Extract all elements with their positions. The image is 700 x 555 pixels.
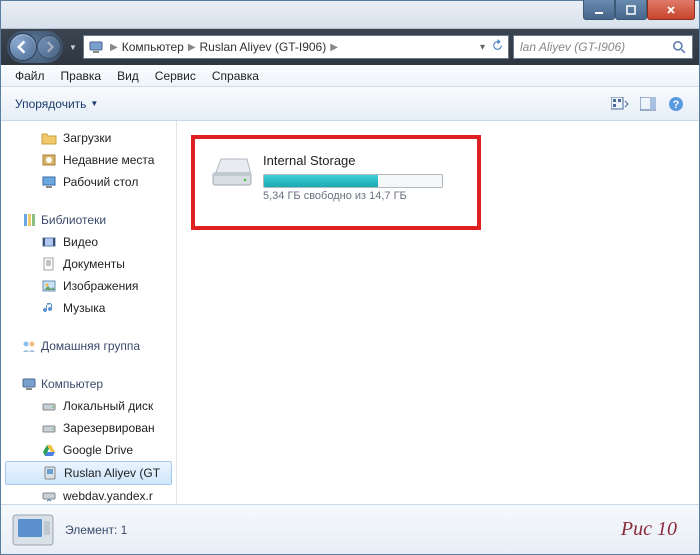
drive-item[interactable]: Internal Storage 5,34 ГБ свободно из 14,… bbox=[209, 153, 463, 202]
network-disk-icon bbox=[41, 488, 57, 504]
sidebar-head-label: Компьютер bbox=[41, 377, 103, 391]
menu-help[interactable]: Справка bbox=[204, 67, 267, 85]
storage-drive-icon bbox=[209, 153, 253, 189]
minimize-button[interactable] bbox=[583, 0, 615, 20]
sidebar-head-libraries[interactable]: Библиотеки bbox=[1, 209, 176, 231]
sidebar-item-label: Локальный диск bbox=[63, 399, 153, 413]
breadcrumb-segment[interactable]: Компьютер bbox=[120, 40, 186, 54]
chevron-right-icon: ▶ bbox=[186, 42, 198, 53]
folder-icon bbox=[41, 130, 57, 146]
sidebar-item-label: Видео bbox=[63, 235, 98, 249]
sidebar-item-documents[interactable]: Документы bbox=[1, 253, 176, 275]
video-icon bbox=[41, 234, 57, 250]
help-button[interactable]: ? bbox=[667, 95, 685, 113]
chevron-right-icon: ▶ bbox=[108, 42, 120, 53]
highlight-box: Internal Storage 5,34 ГБ свободно из 14,… bbox=[191, 135, 481, 230]
sidebar-item-desktop[interactable]: Рабочий стол bbox=[1, 171, 176, 193]
disk-icon bbox=[41, 420, 57, 436]
sidebar-item-label: Ruslan Aliyev (GT bbox=[64, 466, 160, 480]
explorer-window: ▼ ▶ Компьютер ▶ Ruslan Aliyev (GT-I906) … bbox=[0, 0, 700, 555]
toolbar: Упорядочить ▼ ? bbox=[1, 87, 699, 121]
chevron-down-icon: ▼ bbox=[90, 99, 98, 108]
sidebar-item-device[interactable]: Ruslan Aliyev (GT bbox=[5, 461, 172, 485]
recent-icon bbox=[41, 152, 57, 168]
close-button[interactable] bbox=[647, 0, 695, 20]
sidebar-item-label: Музыка bbox=[63, 301, 105, 315]
organize-label: Упорядочить bbox=[15, 97, 86, 111]
menu-edit[interactable]: Правка bbox=[53, 67, 110, 85]
sidebar-item-label: Изображения bbox=[63, 279, 138, 293]
sidebar-homegroup-group: Домашняя группа bbox=[1, 335, 176, 357]
sidebar-item-label: Загрузки bbox=[63, 131, 111, 145]
address-bar: ▼ ▶ Компьютер ▶ Ruslan Aliyev (GT-I906) … bbox=[1, 29, 699, 65]
drive-usage-fill bbox=[264, 175, 378, 187]
picture-icon bbox=[41, 278, 57, 294]
sidebar-item-label: webdav.yandex.r bbox=[63, 489, 153, 503]
search-icon bbox=[672, 40, 686, 54]
sidebar-item-downloads[interactable]: Загрузки bbox=[1, 127, 176, 149]
status-bar: Элемент: 1 Рис 10 bbox=[1, 504, 699, 554]
breadcrumb-dropdown-icon[interactable]: ▾ bbox=[480, 42, 485, 53]
title-bar bbox=[1, 1, 699, 29]
drive-name: Internal Storage bbox=[263, 153, 463, 168]
menu-bar: Файл Правка Вид Сервис Справка bbox=[1, 65, 699, 87]
sidebar-item-label: Документы bbox=[63, 257, 125, 271]
forward-button[interactable] bbox=[37, 35, 61, 59]
view-mode-button[interactable] bbox=[611, 95, 629, 113]
nav-buttons bbox=[7, 31, 63, 63]
sidebar-head-label: Библиотеки bbox=[41, 213, 106, 227]
sidebar-head-homegroup[interactable]: Домашняя группа bbox=[1, 335, 176, 357]
sidebar-favorites-group: Загрузки Недавние места Рабочий стол bbox=[1, 127, 176, 193]
sidebar-item-reserved[interactable]: Зарезервирован bbox=[1, 417, 176, 439]
sidebar-head-computer[interactable]: Компьютер bbox=[1, 373, 176, 395]
preview-pane-button[interactable] bbox=[639, 95, 657, 113]
menu-service[interactable]: Сервис bbox=[147, 67, 204, 85]
menu-view[interactable]: Вид bbox=[109, 67, 147, 85]
sidebar-computer-group: Компьютер Локальный диск Зарезервирован … bbox=[1, 373, 176, 504]
refresh-button[interactable] bbox=[491, 39, 504, 55]
device-icon bbox=[42, 465, 58, 481]
sidebar-libraries-group: Библиотеки Видео Документы Изображения М… bbox=[1, 209, 176, 319]
nav-history-dropdown[interactable]: ▼ bbox=[67, 43, 79, 52]
sidebar-head-label: Домашняя группа bbox=[41, 339, 140, 353]
sidebar-item-label: Недавние места bbox=[63, 153, 154, 167]
sidebar-item-label: Рабочий стол bbox=[63, 175, 138, 189]
device-large-icon bbox=[11, 513, 55, 547]
organize-button[interactable]: Упорядочить ▼ bbox=[9, 95, 104, 113]
sidebar-item-webdav[interactable]: webdav.yandex.r bbox=[1, 485, 176, 504]
content-area: Загрузки Недавние места Рабочий стол Биб… bbox=[1, 121, 699, 504]
maximize-button[interactable] bbox=[615, 0, 647, 20]
sidebar-item-recent[interactable]: Недавние места bbox=[1, 149, 176, 171]
document-icon bbox=[41, 256, 57, 272]
libraries-icon bbox=[21, 212, 37, 228]
sidebar-item-music[interactable]: Музыка bbox=[1, 297, 176, 319]
search-input[interactable]: lan Aliyev (GT-I906) bbox=[513, 35, 693, 59]
drive-free-text: 5,34 ГБ свободно из 14,7 ГБ bbox=[263, 190, 463, 202]
sidebar-item-pictures[interactable]: Изображения bbox=[1, 275, 176, 297]
drive-usage-bar bbox=[263, 174, 443, 188]
breadcrumb[interactable]: ▶ Компьютер ▶ Ruslan Aliyev (GT-I906) ▶ … bbox=[83, 35, 509, 59]
figure-label: Рис 10 bbox=[621, 518, 689, 541]
sidebar-item-label: Зарезервирован bbox=[63, 421, 155, 435]
music-icon bbox=[41, 300, 57, 316]
status-text: Элемент: 1 bbox=[65, 523, 127, 537]
main-pane[interactable]: Internal Storage 5,34 ГБ свободно из 14,… bbox=[177, 121, 699, 504]
chevron-right-icon: ▶ bbox=[328, 42, 340, 53]
desktop-icon bbox=[41, 174, 57, 190]
sidebar-item-video[interactable]: Видео bbox=[1, 231, 176, 253]
menu-file[interactable]: Файл bbox=[7, 67, 53, 85]
homegroup-icon bbox=[21, 338, 37, 354]
sidebar-item-google-drive[interactable]: Google Drive bbox=[1, 439, 176, 461]
svg-text:?: ? bbox=[673, 99, 680, 111]
computer-icon bbox=[21, 376, 37, 392]
gdrive-icon bbox=[41, 442, 57, 458]
computer-icon bbox=[88, 39, 104, 55]
sidebar-item-label: Google Drive bbox=[63, 443, 133, 457]
disk-icon bbox=[41, 398, 57, 414]
navigation-sidebar: Загрузки Недавние места Рабочий стол Биб… bbox=[1, 121, 177, 504]
back-button[interactable] bbox=[9, 33, 37, 61]
sidebar-item-local-disk[interactable]: Локальный диск bbox=[1, 395, 176, 417]
breadcrumb-segment[interactable]: Ruslan Aliyev (GT-I906) bbox=[198, 40, 329, 54]
search-placeholder: lan Aliyev (GT-I906) bbox=[520, 40, 625, 54]
